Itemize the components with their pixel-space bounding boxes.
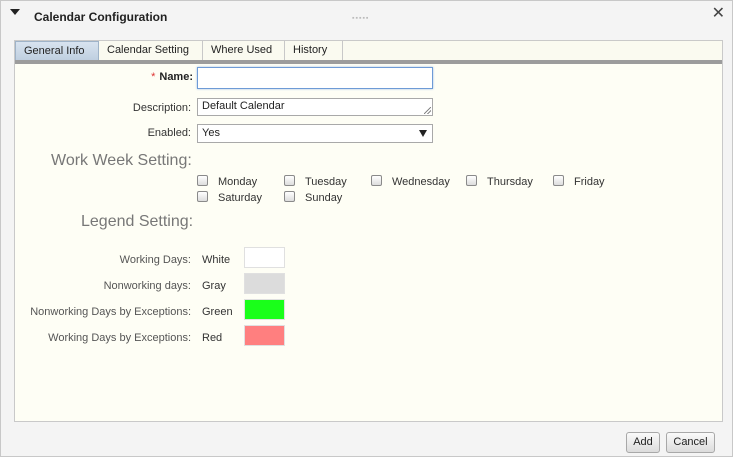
legend-title: Legend Setting:: [81, 213, 194, 230]
work-week-title: Work Week Setting:: [51, 152, 192, 169]
resize-grip-icon[interactable]: [424, 107, 431, 114]
tab-label: Where Used: [211, 44, 273, 56]
dropdown-arrow-icon: [419, 130, 427, 137]
legend-label-working-exceptions: Working Days by Exceptions:: [48, 332, 191, 344]
legend-value-working-days: White: [202, 254, 231, 266]
tab-label: General Info: [24, 45, 85, 57]
swatch-nonworking-days[interactable]: [244, 273, 285, 294]
tab-history[interactable]: History: [285, 41, 343, 60]
calendar-configuration-dialog: Calendar Configuration ▪▪▪▪▪ ✕ General I…: [0, 0, 733, 457]
checkbox-label-wednesday: Wednesday: [392, 176, 450, 188]
dialog-title: Calendar Configuration: [34, 10, 168, 24]
checkbox-label-sunday: Sunday: [305, 192, 343, 204]
checkbox-label-thursday: Thursday: [487, 176, 533, 188]
required-marker: *: [151, 71, 156, 83]
swatch-working-exceptions[interactable]: [244, 325, 285, 346]
enabled-select[interactable]: Yes: [197, 124, 433, 143]
checkbox-label-friday: Friday: [574, 176, 605, 188]
checkbox-sunday[interactable]: [284, 191, 295, 202]
tab-general-info[interactable]: General Info: [15, 41, 99, 60]
checkbox-label-tuesday: Tuesday: [305, 176, 347, 188]
drag-grip-icon[interactable]: ▪▪▪▪▪: [352, 15, 369, 22]
cancel-button[interactable]: Cancel: [666, 432, 715, 453]
legend-label-nonworking-exceptions: Nonworking Days by Exceptions:: [30, 306, 191, 318]
tab-calendar-setting[interactable]: Calendar Setting: [99, 41, 203, 60]
add-button[interactable]: Add: [626, 432, 660, 453]
enabled-label: Enabled:: [147, 127, 191, 139]
checkbox-label-monday: Monday: [218, 176, 258, 188]
name-input[interactable]: [197, 67, 433, 89]
description-label: Description:: [132, 102, 191, 114]
legend-label-nonworking-days: Nonworking days:: [103, 280, 191, 292]
tab-bar: General Info Calendar Setting Where Used…: [15, 41, 722, 60]
checkbox-label-saturday: Saturday: [218, 192, 263, 204]
description-value: Default Calendar: [202, 100, 285, 112]
dialog-titlebar[interactable]: Calendar Configuration ▪▪▪▪▪ ✕: [1, 1, 732, 33]
checkbox-saturday[interactable]: [197, 191, 208, 202]
description-textarea[interactable]: Default Calendar: [197, 98, 433, 116]
checkbox-tuesday[interactable]: [284, 175, 295, 186]
checkbox-monday[interactable]: [197, 175, 208, 186]
legend-value-working-exceptions: Red: [202, 332, 223, 344]
swatch-working-days[interactable]: [244, 247, 285, 268]
checkbox-wednesday[interactable]: [371, 175, 382, 186]
checkbox-thursday[interactable]: [466, 175, 477, 186]
tab-label: History: [293, 44, 328, 56]
name-label-text: Name:: [159, 71, 193, 83]
checkbox-friday[interactable]: [553, 175, 564, 186]
close-icon[interactable]: ✕: [712, 6, 725, 22]
legend-value-nonworking-days: Gray: [202, 280, 226, 292]
legend-value-nonworking-exceptions: Green: [202, 306, 233, 318]
tab-bar-divider: [15, 60, 722, 64]
tab-panel: General Info Calendar Setting Where Used…: [14, 40, 723, 422]
tab-label: Calendar Setting: [107, 44, 189, 56]
enabled-value: Yes: [202, 127, 220, 139]
swatch-nonworking-exceptions[interactable]: [244, 299, 285, 320]
name-label: * Name:: [95, 71, 193, 83]
legend-label-working-days: Working Days:: [119, 254, 191, 266]
collapse-triangle-icon[interactable]: [10, 9, 20, 15]
tab-where-used[interactable]: Where Used: [203, 41, 285, 60]
